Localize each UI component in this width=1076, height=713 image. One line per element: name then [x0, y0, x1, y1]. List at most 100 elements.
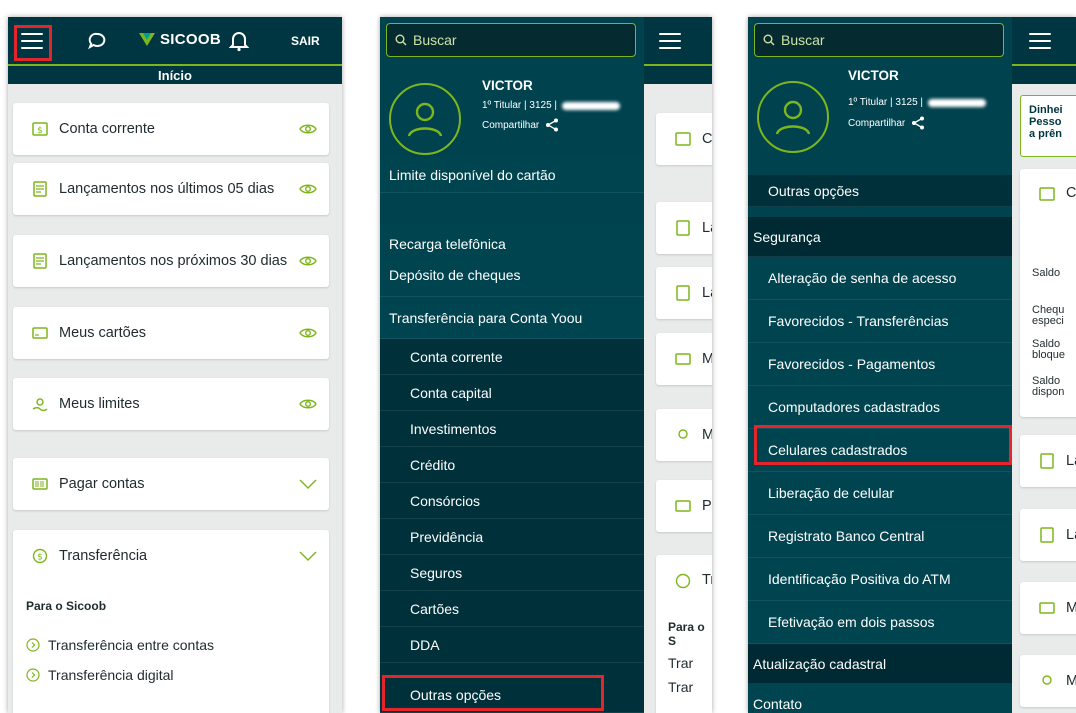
submenu-label: Crédito — [410, 456, 456, 473]
submenu-label: Conta capital — [410, 384, 492, 401]
panel-home: SICOOB SAIR Início $ Conta corrente Lanç… — [8, 17, 342, 713]
share-button[interactable]: Compartilhar — [848, 116, 925, 130]
section-label: Atualização cadastral — [753, 655, 887, 672]
card-meus-limites[interactable]: Meus limites — [13, 378, 329, 430]
user-info: 1º Titular | 3125 | — [848, 97, 986, 108]
side-drawer: Buscar VICTOR 1º Titular | 3125 | Compar… — [748, 17, 1012, 713]
menu-item-favorecidos-pagamentos[interactable]: Favorecidos - Pagamentos — [748, 343, 1012, 386]
card-label: Tra — [702, 572, 712, 588]
submenu-seguros[interactable]: Seguros — [380, 555, 644, 591]
menu-item-transferencia-yoou[interactable]: Transferência para Conta Yoou — [380, 297, 644, 339]
card-label: Conta corrente — [59, 121, 155, 137]
link-label: Trar — [668, 679, 694, 695]
share-button[interactable]: Compartilhar — [482, 118, 559, 132]
section-atualizacao[interactable]: Atualização cadastral — [748, 644, 1012, 684]
submenu-credito[interactable]: Crédito — [380, 447, 644, 483]
ghost-card: La — [1020, 435, 1076, 487]
chevron-down-icon[interactable] — [299, 551, 317, 561]
card-meus-cartoes[interactable]: Meus cartões — [13, 307, 329, 359]
card-lancamentos-proximos[interactable]: Lançamentos nos próximos 30 dias — [13, 235, 329, 287]
highlight-box — [14, 25, 52, 61]
submenu-label: Previdência — [410, 528, 484, 545]
menu-label: Computadores cadastrados — [768, 399, 940, 415]
card-label: Co — [1066, 185, 1076, 201]
menu-item-deposito[interactable]: Depósito de cheques — [380, 253, 644, 297]
submenu-conta-capital[interactable]: Conta capital — [380, 375, 644, 411]
panel-menu-transfer: Cor Lar Lar Me Me Pag Tra Para o S Trar … — [380, 17, 712, 713]
card-label: Me — [702, 427, 712, 443]
link-transferencia-digital[interactable]: Transferência digital — [26, 667, 174, 683]
submenu-label: Cartões — [410, 600, 460, 617]
transferencia-header[interactable]: $ Transferência — [13, 530, 329, 582]
banner-line: a prên — [1029, 128, 1063, 140]
submenu-previdencia[interactable]: Previdência — [380, 519, 644, 555]
submenu-cartoes[interactable]: Cartões — [380, 591, 644, 627]
card-label: Lar — [702, 220, 712, 236]
redacted-account — [562, 101, 620, 110]
chevron-down-icon[interactable] — [299, 479, 317, 489]
user-info-text: 1º Titular | 3125 | — [848, 97, 923, 108]
submenu-label: Outras opções — [768, 182, 860, 199]
submenu-label: Investimentos — [410, 420, 497, 437]
search-input[interactable]: Buscar — [386, 23, 636, 57]
menu-item-favorecidos-transferencias[interactable]: Favorecidos - Transferências — [748, 300, 1012, 343]
user-name: VICTOR — [482, 78, 533, 93]
account-icon — [1039, 187, 1055, 201]
submenu-label: DDA — [410, 636, 440, 653]
eye-icon[interactable] — [299, 398, 317, 410]
card-lancamentos-ultimos[interactable]: Lançamentos nos últimos 05 dias — [13, 163, 329, 215]
menu-label: Efetivação em dois passos — [768, 614, 935, 630]
ghost-card: M — [1020, 582, 1076, 634]
ghost-card: Cor — [656, 113, 712, 165]
promo-banner[interactable]: Dinhei Pesso a prên — [1020, 95, 1076, 157]
share-label: Compartilhar — [482, 119, 540, 131]
menu-item-identificacao[interactable]: Identificação Positiva do ATM — [748, 558, 1012, 601]
submenu-outras-opcoes[interactable]: Outras opções — [748, 175, 1012, 207]
redacted-account — [928, 98, 986, 107]
search-placeholder: Buscar — [413, 32, 457, 48]
link-transferencia-entre-contas[interactable]: Transferência entre contas — [26, 637, 214, 653]
section-seguranca[interactable]: Segurança — [748, 217, 1012, 257]
ghost-card: Lar — [656, 267, 712, 319]
link-label: Transferência entre contas — [48, 637, 215, 653]
menu-item-limite[interactable]: Limite disponível do cartão — [380, 157, 644, 193]
submenu-label: Conta corrente — [410, 348, 503, 365]
card-label: Me — [702, 351, 712, 367]
submenu-conta-corrente[interactable]: Conta corrente — [380, 339, 644, 375]
eye-icon[interactable] — [299, 327, 317, 339]
user-info-text: 1º Titular | 3125 | — [482, 100, 557, 111]
chat-icon[interactable] — [87, 31, 107, 51]
submenu-investimentos[interactable]: Investimentos — [380, 411, 644, 447]
menu-label: Contato — [753, 695, 803, 712]
logout-button[interactable]: SAIR — [291, 34, 320, 48]
statement-icon — [1040, 453, 1054, 469]
statement-icon — [33, 181, 47, 197]
card-transferencia[interactable]: $ Transferência — [13, 530, 329, 713]
screenshot-stage: SICOOB SAIR Início $ Conta corrente Lanç… — [0, 0, 1076, 713]
background-page: Dinhei Pesso a prên Co Saldo Chequ espec… — [1014, 17, 1076, 713]
bell-icon[interactable] — [229, 30, 249, 52]
submenu-dda[interactable]: DDA — [380, 627, 644, 663]
menu-item-computadores[interactable]: Computadores cadastrados — [748, 386, 1012, 429]
menu-label: Recarga telefônica — [389, 235, 506, 252]
search-input[interactable]: Buscar — [754, 23, 1004, 57]
menu-item-contato[interactable]: Contato — [748, 684, 1012, 713]
avatar — [757, 81, 829, 153]
menu-item-liberacao[interactable]: Liberação de celular — [748, 472, 1012, 515]
menu-item-senha[interactable]: Alteração de senha de acesso — [748, 257, 1012, 300]
user-info: 1º Titular | 3125 | — [482, 100, 620, 111]
submenu-consorcios[interactable]: Consórcios — [380, 483, 644, 519]
menu-label: Favorecidos - Pagamentos — [768, 356, 936, 372]
statement-icon — [676, 285, 690, 301]
eye-icon[interactable] — [299, 255, 317, 267]
limits-icon — [1042, 675, 1052, 685]
card-label: Pagar contas — [59, 476, 145, 492]
eye-icon[interactable] — [299, 183, 317, 195]
row-label: Saldo — [1032, 267, 1061, 279]
card-pagar-contas[interactable]: Pagar contas — [13, 458, 329, 510]
eye-icon[interactable] — [299, 123, 317, 135]
menu-item-registrato[interactable]: Registrato Banco Central — [748, 515, 1012, 558]
side-drawer: Buscar VICTOR 1º Titular | 3125 | Compar… — [380, 17, 644, 713]
card-conta-corrente[interactable]: $ Conta corrente — [13, 103, 329, 155]
menu-item-efetivacao[interactable]: Efetivação em dois passos — [748, 601, 1012, 644]
